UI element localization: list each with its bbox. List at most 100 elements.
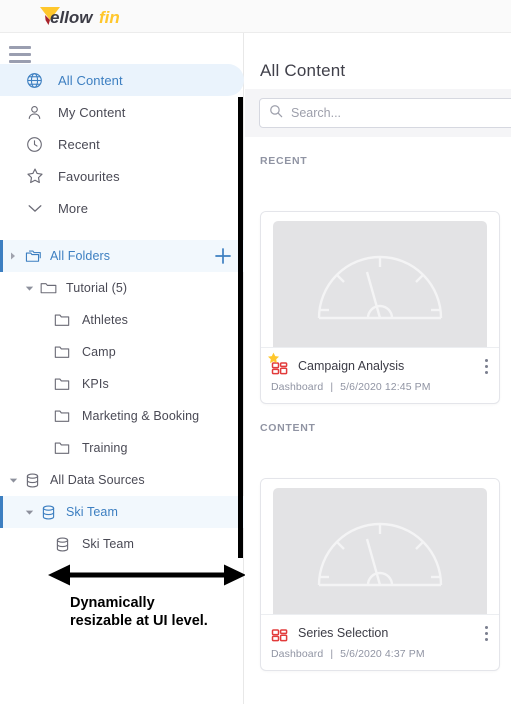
caret-down-icon[interactable] — [22, 284, 36, 293]
section-heading-content: CONTENT — [260, 422, 316, 434]
star-outline-icon — [26, 167, 52, 185]
caret-down-icon[interactable] — [6, 476, 20, 485]
tree-item-label: Marketing & Booking — [82, 409, 200, 423]
tree-item-all-folders[interactable]: All Folders — [0, 240, 244, 272]
clock-icon — [26, 136, 52, 153]
tree-item-label: Camp — [82, 345, 116, 359]
annotation-line-1: Dynamically — [70, 595, 155, 611]
kebab-dot — [484, 626, 488, 629]
folder-icon — [50, 408, 74, 424]
caret-right-icon[interactable] — [6, 252, 20, 260]
star-filled-icon — [267, 352, 280, 370]
tree-item-label: All Folders — [50, 249, 111, 263]
double-headed-horizontal-arrow — [48, 562, 246, 588]
sidebar-item-label: My Content — [58, 104, 126, 120]
hamburger-bar — [9, 45, 31, 49]
tree-item-all-data-sources[interactable]: All Data Sources — [0, 464, 244, 496]
sidebar-item-label: All Content — [58, 72, 123, 88]
card-meta: Dashboard | 5/6/2020 12:45 PM — [271, 381, 489, 393]
kebab-dot — [484, 638, 488, 641]
dashboard-grid-icon — [268, 352, 289, 375]
hamburger-bar — [9, 52, 31, 56]
tree-item-label: Athletes — [82, 313, 128, 327]
add-folder-button[interactable] — [214, 247, 232, 265]
main-content-panel: All Content RECENT — [245, 33, 511, 704]
folder-open-icon — [36, 280, 60, 296]
kebab-menu-icon[interactable] — [484, 626, 488, 641]
annotation-line-2: resizable at UI level. — [70, 613, 208, 629]
card-title: Campaign Analysis — [298, 359, 405, 373]
sidebar-resize-handle[interactable] — [238, 97, 243, 558]
database-icon — [20, 472, 44, 489]
card-thumbnail — [261, 212, 499, 347]
tree-item-label: Ski Team — [82, 537, 134, 551]
sidebar-item-label: More — [58, 200, 89, 216]
resize-annotation-text: Dynamically resizable at UI level. — [70, 594, 270, 630]
folder-tree: All Folders Tutorial (5) Athletes Camp K… — [0, 240, 244, 560]
card-meta: Dashboard | 5/6/2020 4:37 PM — [271, 648, 489, 660]
tree-item-ski-team-view[interactable]: Ski Team — [0, 528, 244, 560]
caret-down-icon[interactable] — [22, 508, 36, 517]
card-footer: Series Selection Dashboard | 5/6/2020 4:… — [261, 614, 499, 670]
app-header-bar: ellow fin — [0, 0, 511, 33]
card-title: Series Selection — [298, 626, 389, 640]
kebab-dot — [484, 365, 488, 368]
sidebar-item-favourites[interactable]: Favourites — [0, 160, 244, 192]
kebab-menu-icon[interactable] — [484, 359, 488, 374]
tree-item-ski-team-source[interactable]: Ski Team — [0, 496, 244, 528]
dashboard-grid-icon — [271, 624, 289, 642]
tree-item-camp[interactable]: Camp — [0, 336, 244, 368]
folder-icon — [50, 344, 74, 360]
tree-item-tutorial[interactable]: Tutorial (5) — [0, 272, 244, 304]
sidebar-item-recent[interactable]: Recent — [0, 128, 244, 160]
search-input[interactable] — [291, 106, 511, 120]
gauge-chart-icon — [273, 488, 487, 614]
tree-item-training[interactable]: Training — [0, 432, 244, 464]
tree-item-kpis[interactable]: KPIs — [0, 368, 244, 400]
tree-item-label: Ski Team — [66, 505, 118, 519]
sidebar-item-all-content[interactable]: All Content — [0, 64, 244, 96]
tree-item-label: All Data Sources — [50, 473, 145, 487]
folders-icon — [20, 248, 44, 265]
yellowfin-logo[interactable]: ellow fin — [38, 3, 134, 29]
section-heading-recent: RECENT — [260, 155, 308, 167]
folder-icon — [50, 440, 74, 456]
kebab-dot — [484, 632, 488, 635]
search-icon — [269, 104, 283, 123]
kebab-dot — [484, 371, 488, 374]
tree-item-label: Tutorial (5) — [66, 281, 128, 295]
card-timestamp: 5/6/2020 12:45 PM — [340, 381, 431, 393]
meta-separator: | — [330, 381, 334, 393]
card-type: Dashboard — [271, 648, 324, 660]
tree-item-athletes[interactable]: Athletes — [0, 304, 244, 336]
hamburger-menu-icon[interactable] — [6, 43, 34, 65]
sidebar-item-label: Recent — [58, 136, 100, 152]
sidebar-item-my-content[interactable]: My Content — [0, 96, 244, 128]
person-icon — [26, 104, 52, 121]
folder-icon — [50, 376, 74, 392]
search-band — [245, 89, 511, 137]
content-card-series-selection[interactable]: Series Selection Dashboard | 5/6/2020 4:… — [260, 478, 500, 671]
kebab-dot — [484, 359, 488, 362]
tree-item-label: Training — [82, 441, 128, 455]
yellowfin-logo-mark: ellow fin — [40, 7, 120, 27]
svg-text:fin: fin — [99, 8, 120, 27]
card-type: Dashboard — [271, 381, 324, 393]
sidebar-item-label: Favourites — [58, 168, 120, 184]
tree-item-label: KPIs — [82, 377, 109, 391]
card-thumbnail — [261, 479, 499, 614]
card-footer: Campaign Analysis Dashboard | 5/6/2020 1… — [261, 347, 499, 403]
svg-text:ellow: ellow — [50, 8, 94, 27]
hamburger-bar — [9, 59, 31, 63]
globe-icon — [26, 72, 52, 89]
meta-separator: | — [330, 648, 334, 660]
page-title: All Content — [260, 61, 346, 80]
content-card-campaign-analysis[interactable]: Campaign Analysis Dashboard | 5/6/2020 1… — [260, 211, 500, 404]
database-icon — [50, 536, 74, 553]
yellowfin-app-window: ellow fin All Content My Content Recent … — [0, 0, 511, 704]
sidebar-item-more[interactable]: More — [0, 192, 244, 224]
chevron-down-icon — [26, 199, 52, 217]
tree-item-marketing-booking[interactable]: Marketing & Booking — [0, 400, 244, 432]
folder-icon — [50, 312, 74, 328]
search-box[interactable] — [259, 98, 511, 128]
